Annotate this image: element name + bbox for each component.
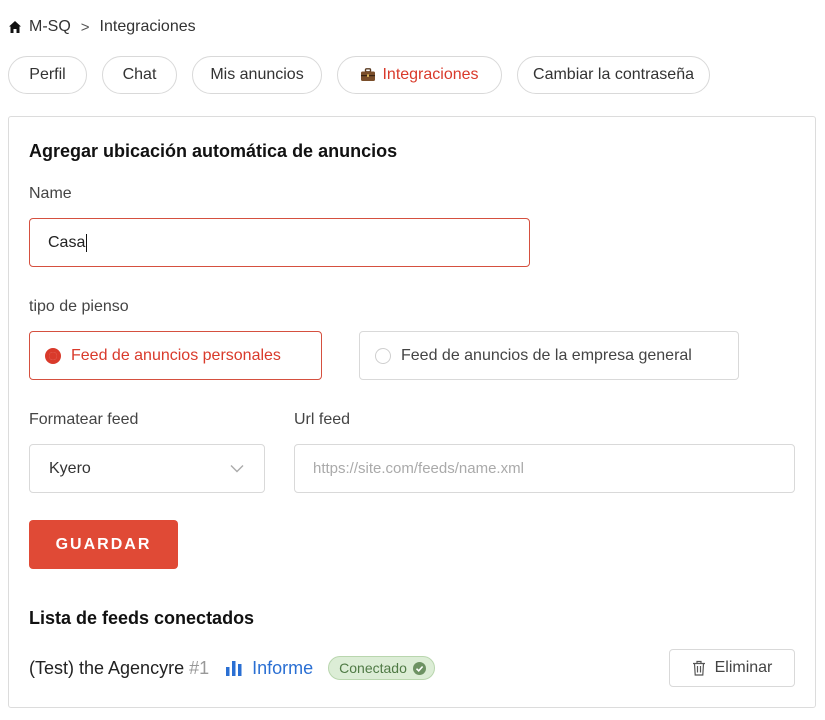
tab-mis-anuncios[interactable]: Mis anuncios [192, 56, 322, 94]
url-label: Url feed [294, 411, 351, 428]
format-label: Formatear feed [29, 411, 139, 428]
save-button[interactable]: GUARDAR [29, 520, 178, 569]
delete-button[interactable]: Eliminar [669, 649, 795, 687]
breadcrumb-separator: > [80, 18, 90, 36]
tab-cambiar-contrasena[interactable]: Cambiar la contraseña [517, 56, 710, 94]
text-caret [86, 233, 88, 252]
profile-tabs: Perfil Chat Mis anuncios Integraciones C… [8, 56, 710, 94]
radio-personal-feed[interactable]: Feed de anuncios personales [29, 331, 322, 380]
breadcrumb-current: Integraciones [99, 18, 196, 35]
report-link[interactable]: Informe [225, 658, 313, 679]
connected-feeds-title: Lista de feeds conectados [29, 608, 255, 628]
integrations-card: Agregar ubicación automática de anuncios… [8, 116, 816, 708]
home-icon[interactable] [8, 20, 22, 34]
format-select-value: Kyero [49, 459, 91, 477]
breadcrumb-root[interactable]: M-SQ [29, 18, 71, 36]
tab-perfil[interactable]: Perfil [8, 56, 87, 94]
list-item: (Test) the Agencyre #1 Informe Conectado… [29, 649, 795, 687]
tab-integraciones[interactable]: Integraciones [337, 56, 502, 94]
radio-company-feed[interactable]: Feed de anuncios de la empresa general [359, 331, 739, 380]
name-input[interactable]: Casa [29, 218, 530, 267]
chevron-down-icon [230, 464, 244, 473]
tab-chat[interactable]: Chat [102, 56, 177, 94]
radio-unchecked-icon [375, 347, 391, 364]
format-select[interactable]: Kyero [29, 444, 265, 493]
trash-icon [692, 660, 706, 676]
name-input-value: Casa [48, 233, 86, 251]
radio-checked-icon [45, 347, 61, 364]
name-label: Name [29, 185, 72, 202]
bar-chart-icon [225, 660, 243, 676]
feed-name: (Test) the Agencyre [29, 657, 185, 678]
breadcrumb: M-SQ > Integraciones [8, 16, 196, 38]
feed-number: #1 [189, 657, 210, 678]
briefcase-icon [360, 68, 376, 82]
feed-type-label: tipo de pienso [29, 298, 129, 315]
url-input[interactable] [294, 444, 795, 493]
check-circle-icon [412, 661, 426, 675]
form-title: Agregar ubicación automática de anuncios [29, 141, 398, 161]
status-badge: Conectado [328, 656, 435, 680]
